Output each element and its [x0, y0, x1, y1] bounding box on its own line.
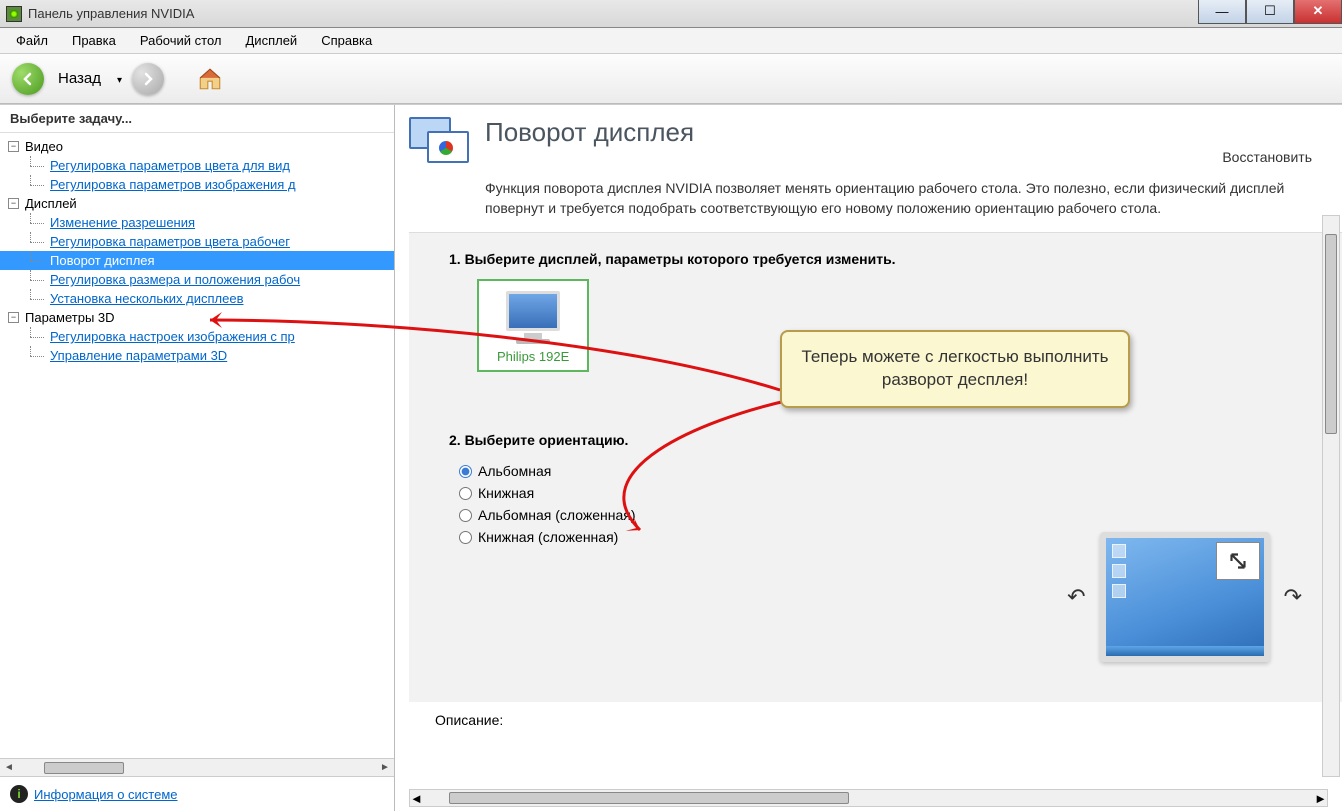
- minimize-button[interactable]: —: [1198, 0, 1246, 24]
- menubar: Файл Правка Рабочий стол Дисплей Справка: [0, 28, 1342, 54]
- sidebar-header: Выберите задачу...: [0, 105, 394, 133]
- forward-button[interactable]: [132, 63, 164, 95]
- orientation-landscape-flipped[interactable]: Альбомная (сложенная): [449, 504, 1322, 526]
- back-dropdown[interactable]: [115, 71, 122, 86]
- tree-item-rotate-display[interactable]: Поворот дисплея: [0, 251, 394, 270]
- coll18collapse--icon[interactable]: −: [8, 312, 19, 323]
- tree-item[interactable]: Регулировка настроек изображения с пр: [0, 327, 394, 346]
- description-label: Описание:: [395, 702, 1342, 728]
- rotate-cw-button[interactable]: ↷: [1284, 584, 1302, 610]
- tree-item[interactable]: Регулировка размера и положения рабоч: [0, 270, 394, 289]
- sidebar: Выберите задачу... − Видео Регулировка п…: [0, 105, 395, 811]
- sidebar-scrollbar[interactable]: ◄►: [0, 758, 394, 776]
- task-tree: − Видео Регулировка параметров цвета для…: [0, 133, 394, 758]
- collapse-icon[interactable]: −: [8, 141, 19, 152]
- collapse-icon[interactable]: −: [8, 198, 19, 209]
- tree-item[interactable]: Регулировка параметров цвета рабочег: [0, 232, 394, 251]
- home-button[interactable]: [194, 63, 226, 95]
- system-info-link[interactable]: i Информация о системе: [0, 776, 394, 811]
- orientation-portrait[interactable]: Книжная: [449, 482, 1322, 504]
- tree-group-video[interactable]: − Видео: [0, 137, 394, 156]
- monitor-icon: [500, 289, 566, 345]
- menu-desktop[interactable]: Рабочий стол: [130, 30, 232, 51]
- main-horizontal-scrollbar[interactable]: ◄►: [409, 789, 1328, 807]
- display-rotation-icon: [409, 117, 471, 169]
- window-title: Панель управления NVIDIA: [28, 6, 194, 21]
- rotate-ccw-button[interactable]: ↶: [1067, 584, 1085, 610]
- monitor-name: Philips 192E: [497, 349, 569, 364]
- menu-help[interactable]: Справка: [311, 30, 382, 51]
- close-button[interactable]: ✕: [1294, 0, 1342, 24]
- menu-edit[interactable]: Правка: [62, 30, 126, 51]
- page-description: Функция поворота дисплея NVIDIA позволяе…: [395, 179, 1342, 232]
- menu-file[interactable]: Файл: [6, 30, 58, 51]
- restore-link[interactable]: Восстановить: [1222, 149, 1312, 169]
- tree-group-3d[interactable]: − Параметры 3D: [0, 308, 394, 327]
- annotation-callout: Теперь можете с легкостью выполнить разв…: [780, 330, 1130, 408]
- step2-label: 2. Выберите ориентацию.: [449, 432, 1322, 448]
- main-vertical-scrollbar[interactable]: [1322, 215, 1340, 777]
- tree-group-display[interactable]: − Дисплей: [0, 194, 394, 213]
- orientation-landscape[interactable]: Альбомная: [449, 460, 1322, 482]
- page-title: Поворот дисплея: [485, 117, 1222, 148]
- tree-item[interactable]: Регулировка параметров цвета для вид: [0, 156, 394, 175]
- back-button[interactable]: [12, 63, 44, 95]
- tree-item[interactable]: Регулировка параметров изображения д: [0, 175, 394, 194]
- back-label: Назад: [54, 70, 105, 87]
- titlebar: Панель управления NVIDIA — ☐ ✕: [0, 0, 1342, 28]
- tree-item[interactable]: Изменение разрешения: [0, 213, 394, 232]
- orientation-preview: [1100, 532, 1270, 662]
- toolbar: Назад: [0, 54, 1342, 104]
- nvidia-icon: [6, 6, 22, 22]
- step1-label: 1. Выберите дисплей, параметры которого …: [449, 251, 1322, 267]
- main-panel: Поворот дисплея Восстановить Функция пов…: [395, 105, 1342, 811]
- info-icon: i: [10, 785, 28, 803]
- rotation-indicator-icon: [1216, 542, 1260, 580]
- tree-item[interactable]: Установка нескольких дисплеев: [0, 289, 394, 308]
- tree-item[interactable]: Управление параметрами 3D: [0, 346, 394, 365]
- maximize-button[interactable]: ☐: [1246, 0, 1294, 24]
- menu-display[interactable]: Дисплей: [236, 30, 308, 51]
- display-selector[interactable]: Philips 192E: [477, 279, 589, 372]
